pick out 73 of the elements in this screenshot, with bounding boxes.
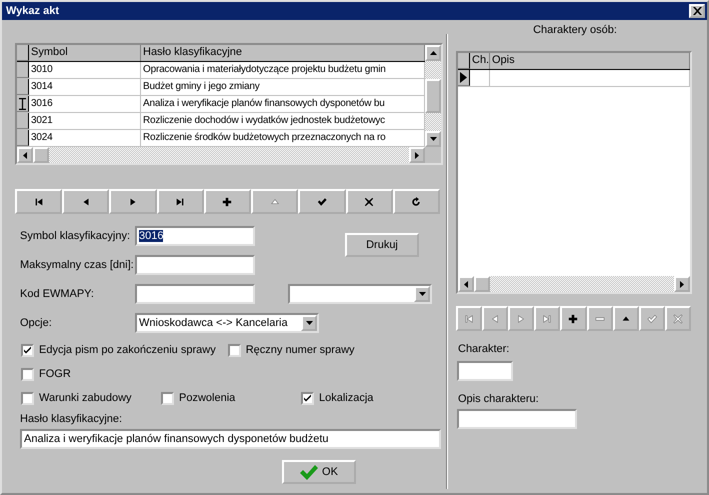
checkbox-label: Edycja pism po zakończeniu sprawy xyxy=(39,344,216,356)
vertical-scrollbar[interactable] xyxy=(425,45,441,163)
scroll-thumb[interactable] xyxy=(33,147,49,163)
options-dropdown[interactable]: Wnioskodawca <-> Kancelaria xyxy=(135,313,319,333)
current-row-icon xyxy=(460,72,467,83)
scroll-right-button[interactable] xyxy=(674,276,690,292)
window-title: Wykaz akt xyxy=(6,5,59,17)
checkbox-label: Ręczny numer sprawy xyxy=(246,344,355,356)
table-cell: 3024 xyxy=(29,130,141,146)
checkbox-label: Warunki zabudowy xyxy=(39,392,132,404)
field-label: Symbol klasyfikacyjny: xyxy=(19,230,132,242)
scroll-thumb[interactable] xyxy=(425,79,441,113)
navigator-button[interactable] xyxy=(204,189,252,214)
field-label: Kod EWMAPY: xyxy=(19,288,95,300)
scroll-left-button[interactable] xyxy=(17,147,33,163)
field-label: Opcje: xyxy=(19,317,53,329)
dropdown-arrow-icon xyxy=(418,292,426,296)
symbol-field[interactable]: 3016 xyxy=(135,226,255,246)
print-button[interactable]: Drukuj xyxy=(345,233,419,257)
column-header[interactable]: Opis xyxy=(490,53,690,69)
navigator-button[interactable] xyxy=(560,306,587,331)
scroll-right-icon xyxy=(680,280,684,288)
scroll-up-button[interactable] xyxy=(425,45,441,61)
navigator-button[interactable] xyxy=(346,189,393,214)
table-cell: 3014 xyxy=(29,79,141,95)
table-cell: 3010 xyxy=(29,62,141,78)
checkmark-icon xyxy=(303,394,312,402)
checkbox[interactable] xyxy=(228,344,241,356)
checkbox-label: Lokalizacja xyxy=(319,392,374,404)
checkmark-icon xyxy=(23,346,32,354)
navigator-button[interactable] xyxy=(15,189,62,214)
table-cell: 3021 xyxy=(29,113,141,129)
checkbox[interactable] xyxy=(21,344,34,356)
input-field[interactable] xyxy=(135,284,255,304)
scroll-down-icon xyxy=(430,137,436,141)
checkbox-label: FOGR xyxy=(39,368,71,380)
checkbox[interactable] xyxy=(301,392,314,404)
scroll-right-button[interactable] xyxy=(409,147,425,163)
scroll-left-icon xyxy=(23,152,27,158)
table-cell: 3016 xyxy=(29,96,141,112)
scroll-down-button[interactable] xyxy=(425,131,441,147)
scroll-up-icon xyxy=(430,51,436,55)
text-cursor-icon xyxy=(19,98,26,110)
dropdown-arrow-icon xyxy=(306,321,312,325)
field-label: Hasło klasyfikacyjne: xyxy=(19,413,124,425)
section-title: Charaktery osób: xyxy=(532,24,618,36)
dropdown[interactable] xyxy=(288,284,432,304)
navigator-button[interactable] xyxy=(298,189,346,214)
scroll-right-icon xyxy=(415,152,419,158)
horizontal-scrollbar[interactable] xyxy=(458,276,690,292)
checkbox[interactable] xyxy=(21,392,34,404)
input-field[interactable] xyxy=(135,255,255,275)
scroll-left-icon xyxy=(464,280,468,288)
checkbox-label: Pozwolenia xyxy=(179,392,236,404)
scrollbar-corner xyxy=(425,147,441,163)
input-field[interactable] xyxy=(457,361,513,381)
input-field[interactable]: Analiza i weryfikacje planów finansowych dysponetów budżetu xyxy=(20,429,441,449)
input-field[interactable] xyxy=(457,409,577,429)
column-header[interactable]: Ch. xyxy=(470,53,490,69)
close-icon xyxy=(692,7,702,15)
close-button[interactable] xyxy=(689,4,705,18)
field-label: Opis charakteru: xyxy=(457,393,540,405)
navigator-button[interactable] xyxy=(392,189,440,214)
field-label: Charakter: xyxy=(457,343,510,355)
scroll-left-button[interactable] xyxy=(458,276,474,292)
navigator-button[interactable] xyxy=(156,189,204,214)
checkbox[interactable] xyxy=(21,368,34,380)
column-header[interactable]: Symbol xyxy=(29,45,141,61)
checkbox[interactable] xyxy=(161,392,174,404)
scroll-thumb[interactable] xyxy=(474,276,490,292)
checkmark-icon xyxy=(300,464,318,480)
ok-button[interactable]: OK xyxy=(282,460,356,484)
field-label: Maksymalny czas [dni]: xyxy=(19,259,135,271)
